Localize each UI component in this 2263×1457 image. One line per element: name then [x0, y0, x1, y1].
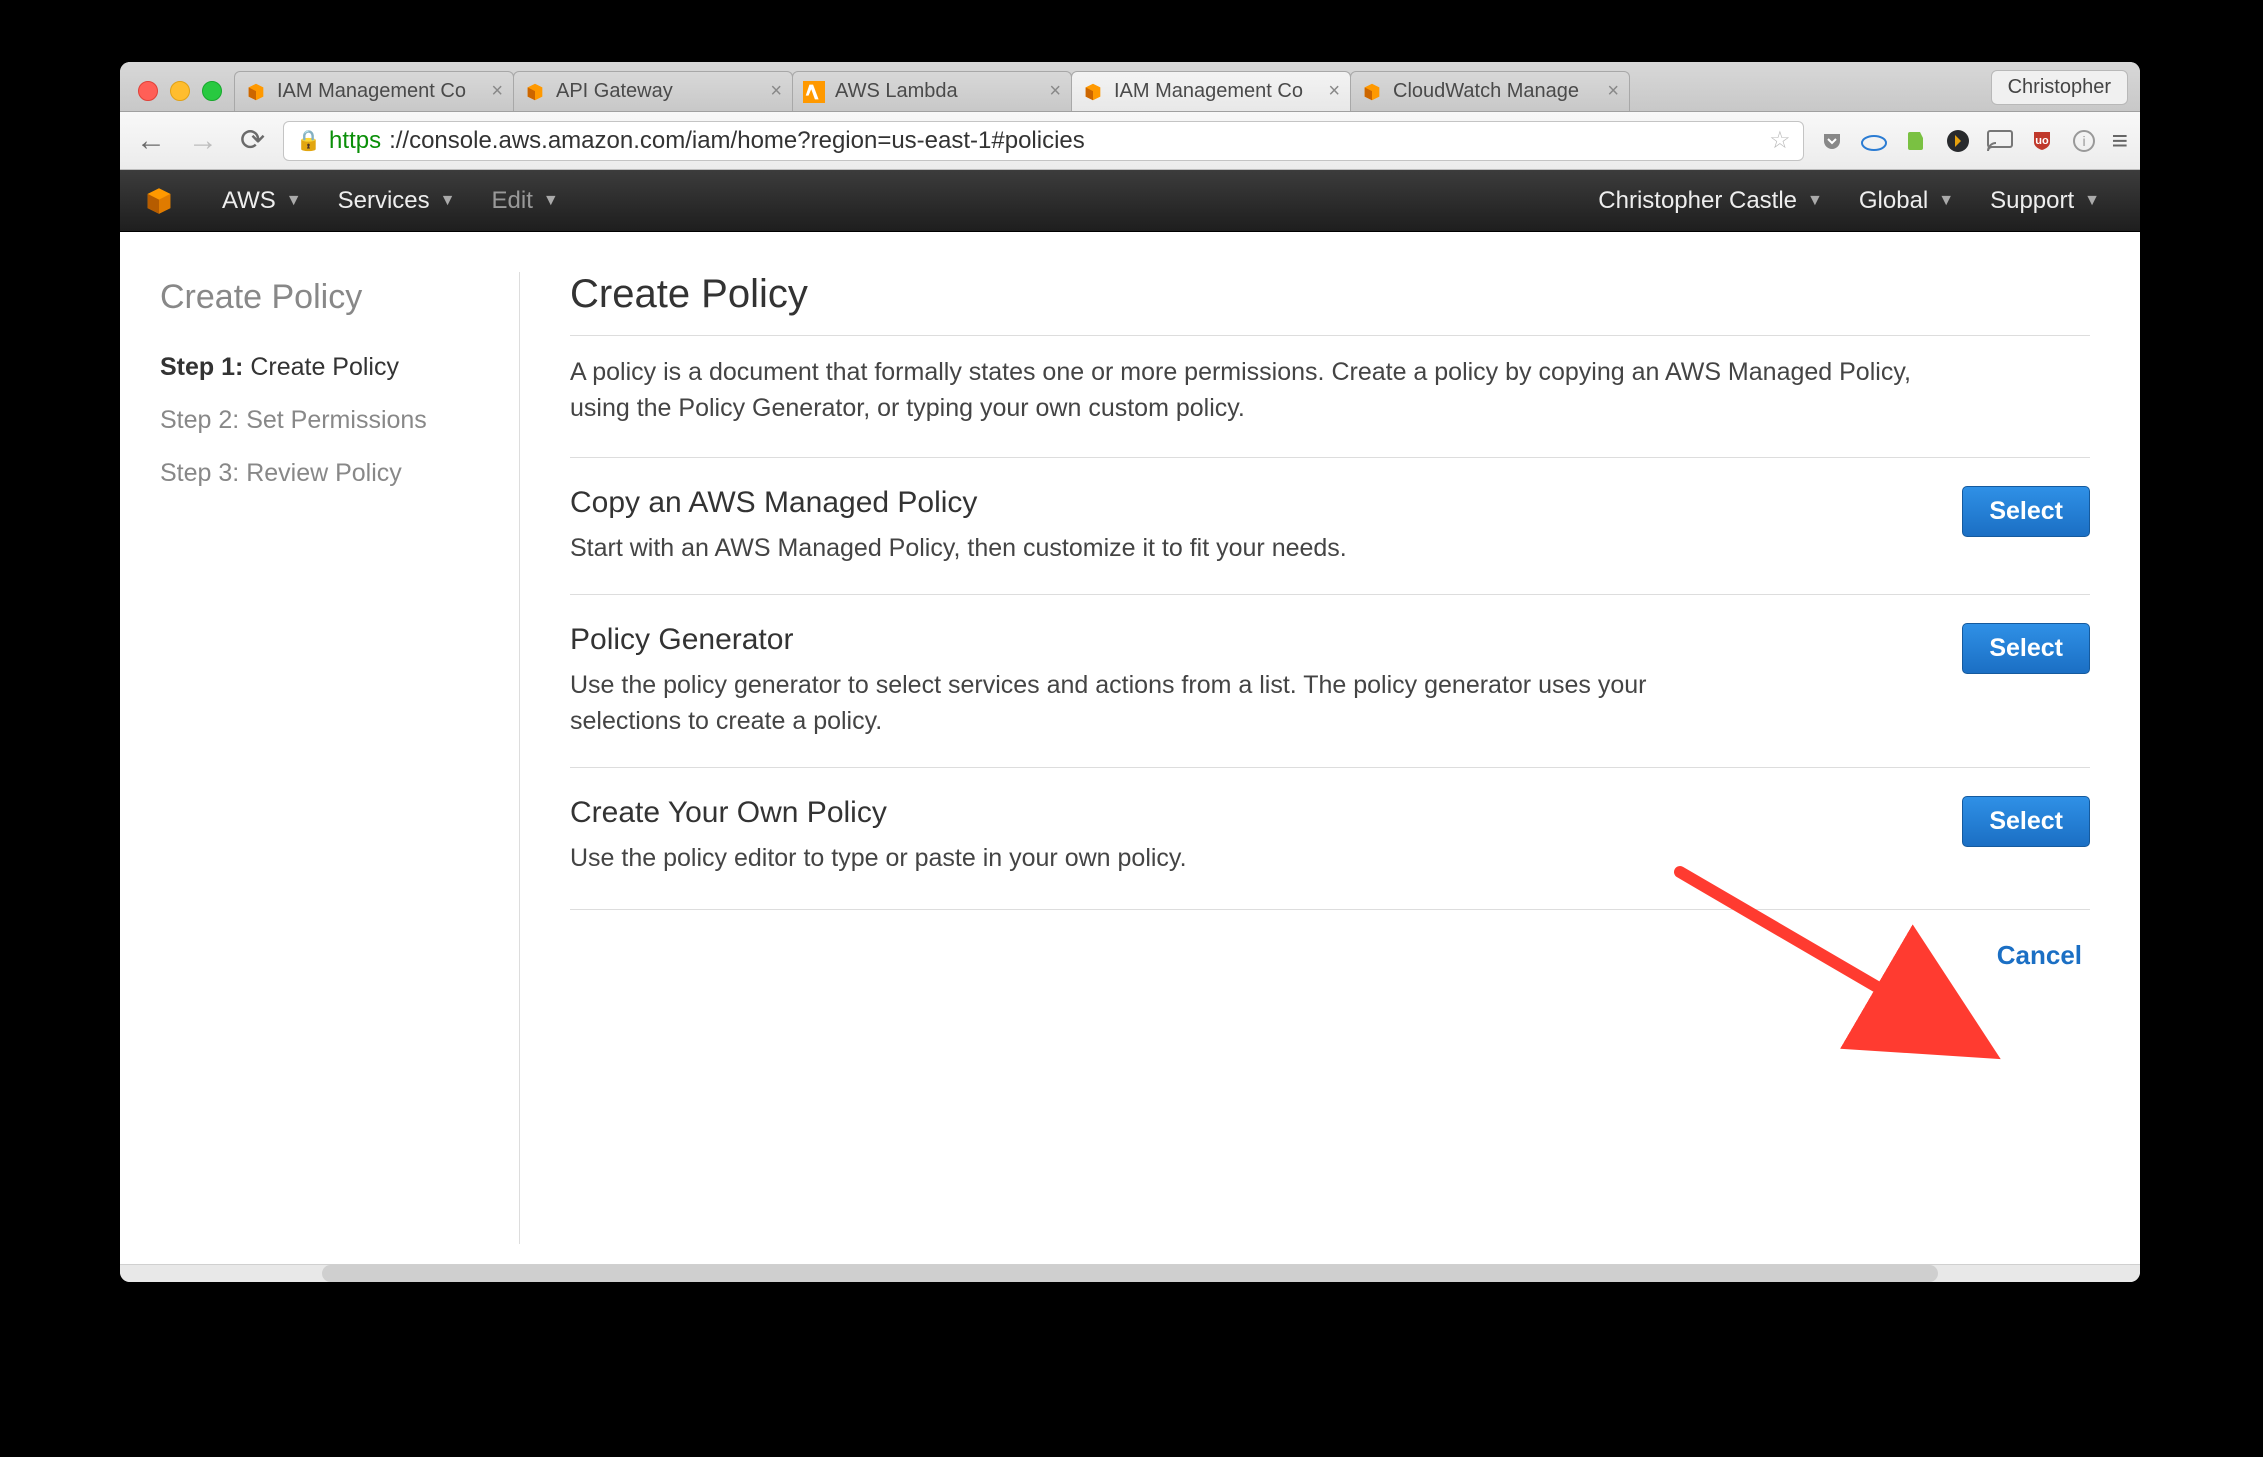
- page-title: Create Policy: [570, 272, 2090, 317]
- plex-extension-icon[interactable]: [1944, 127, 1972, 155]
- wizard-step-1[interactable]: Step 1: Create Policy: [160, 353, 499, 382]
- option-desc: Use the policy generator to select servi…: [570, 667, 1720, 740]
- aws-favicon-icon: [1082, 81, 1104, 103]
- aws-menu-edit[interactable]: Edit ▼: [474, 187, 577, 215]
- option-heading: Policy Generator: [570, 623, 1720, 657]
- tab-title: API Gateway: [556, 80, 760, 103]
- main-panel: Create Policy A policy is a document tha…: [520, 272, 2090, 1244]
- svg-text:i: i: [2082, 133, 2085, 149]
- step-label: Step 3:: [160, 459, 239, 487]
- step-name: Create Policy: [250, 353, 399, 381]
- svg-text:uo: uo: [2035, 135, 2049, 147]
- tab-close-icon[interactable]: ×: [491, 80, 503, 103]
- aws-logo-icon[interactable]: [142, 184, 176, 218]
- browser-tab-1[interactable]: API Gateway ×: [513, 71, 793, 111]
- aws-support-menu[interactable]: Support ▼: [1972, 187, 2118, 215]
- cast-extension-icon[interactable]: [1986, 127, 2014, 155]
- user-label: Christopher Castle: [1598, 187, 1797, 215]
- option-policy-generator: Policy Generator Use the policy generato…: [570, 594, 2090, 768]
- chevron-down-icon: ▼: [2084, 192, 2100, 210]
- reload-button[interactable]: ⟳: [236, 123, 269, 158]
- horizontal-scrollbar[interactable]: [120, 1264, 2140, 1282]
- aws-favicon-icon: [1361, 81, 1383, 103]
- tab-title: CloudWatch Manage: [1393, 80, 1597, 103]
- tab-title: IAM Management Co: [1114, 80, 1318, 103]
- close-window-button[interactable]: [138, 81, 158, 101]
- browser-tab-3-active[interactable]: IAM Management Co ×: [1071, 71, 1351, 111]
- window-controls: [128, 81, 234, 111]
- select-button-own[interactable]: Select: [1962, 796, 2090, 847]
- ublock-extension-icon[interactable]: uo: [2028, 127, 2056, 155]
- step-name: Review Policy: [246, 459, 402, 487]
- aws-region-menu[interactable]: Global ▼: [1841, 187, 1972, 215]
- url-scheme: https: [329, 127, 381, 155]
- browser-menu-icon[interactable]: ≡: [2112, 125, 2128, 157]
- select-button-copy[interactable]: Select: [1962, 486, 2090, 537]
- tab-title: AWS Lambda: [835, 80, 1039, 103]
- chevron-down-icon: ▼: [1938, 192, 1954, 210]
- cancel-link[interactable]: Cancel: [1997, 940, 2082, 971]
- option-heading: Create Your Own Policy: [570, 796, 1187, 830]
- aws-user-menu[interactable]: Christopher Castle ▼: [1580, 187, 1841, 215]
- lock-icon: 🔒: [296, 128, 321, 153]
- info-extension-icon[interactable]: i: [2070, 127, 2098, 155]
- action-row: Cancel: [570, 910, 2090, 981]
- option-create-own: Create Your Own Policy Use the policy ed…: [570, 767, 2090, 904]
- aws-menu-aws[interactable]: AWS ▼: [204, 187, 320, 215]
- address-bar[interactable]: 🔒 https ://console.aws.amazon.com/iam/hom…: [283, 121, 1804, 161]
- browser-tab-0[interactable]: IAM Management Co ×: [234, 71, 514, 111]
- step-name: Set Permissions: [246, 406, 427, 434]
- browser-tab-2[interactable]: AWS Lambda ×: [792, 71, 1072, 111]
- option-heading: Copy an AWS Managed Policy: [570, 486, 1347, 520]
- browser-profile-button[interactable]: Christopher: [1991, 70, 2128, 105]
- maximize-window-button[interactable]: [202, 81, 222, 101]
- lambda-favicon-icon: [803, 81, 825, 103]
- aws-menu-services[interactable]: Services ▼: [320, 187, 474, 215]
- support-label: Support: [1990, 187, 2074, 215]
- url-toolbar: ← → ⟳ 🔒 https ://console.aws.amazon.com/i…: [120, 112, 2140, 170]
- option-desc: Use the policy editor to type or paste i…: [570, 840, 1187, 876]
- chevron-down-icon: ▼: [543, 192, 559, 210]
- tab-close-icon[interactable]: ×: [1607, 80, 1619, 103]
- aws-favicon-icon: [524, 81, 546, 103]
- browser-window: IAM Management Co × API Gateway × AWS La…: [120, 62, 2140, 1282]
- tab-close-icon[interactable]: ×: [770, 80, 782, 103]
- services-label: Services: [338, 187, 430, 215]
- tab-close-icon[interactable]: ×: [1328, 80, 1340, 103]
- pocket-extension-icon[interactable]: [1818, 127, 1846, 155]
- aws-console-header: AWS ▼ Services ▼ Edit ▼ Christopher Cast…: [120, 170, 2140, 232]
- back-button[interactable]: ←: [132, 124, 170, 158]
- tab-strip: IAM Management Co × API Gateway × AWS La…: [120, 62, 2140, 112]
- aws-favicon-icon: [245, 81, 267, 103]
- region-label: Global: [1859, 187, 1928, 215]
- wizard-step-3[interactable]: Step 3: Review Policy: [160, 459, 499, 488]
- browser-tab-4[interactable]: CloudWatch Manage ×: [1350, 71, 1630, 111]
- url-text: ://console.aws.amazon.com/iam/home?regio…: [389, 127, 1085, 155]
- option-desc: Start with an AWS Managed Policy, then c…: [570, 530, 1347, 566]
- chevron-down-icon: ▼: [440, 192, 456, 210]
- evernote-extension-icon[interactable]: [1902, 127, 1930, 155]
- bookmark-star-icon[interactable]: ☆: [1769, 126, 1791, 155]
- option-copy-managed: Copy an AWS Managed Policy Start with an…: [570, 457, 2090, 594]
- chevron-down-icon: ▼: [1807, 192, 1823, 210]
- intro-text: A policy is a document that formally sta…: [570, 354, 1920, 427]
- wizard-sidebar: Create Policy Step 1: Create Policy Step…: [150, 272, 520, 1244]
- forward-button[interactable]: →: [184, 124, 222, 158]
- step-label: Step 2:: [160, 406, 239, 434]
- edit-label: Edit: [492, 187, 533, 215]
- page-content: Create Policy Step 1: Create Policy Step…: [120, 232, 2140, 1264]
- minimize-window-button[interactable]: [170, 81, 190, 101]
- divider: [570, 335, 2090, 336]
- select-button-generator[interactable]: Select: [1962, 623, 2090, 674]
- sidebar-title: Create Policy: [160, 278, 499, 317]
- tab-title: IAM Management Co: [277, 80, 481, 103]
- chevron-down-icon: ▼: [286, 192, 302, 210]
- wizard-step-2[interactable]: Step 2: Set Permissions: [160, 406, 499, 435]
- onedrive-extension-icon[interactable]: [1860, 127, 1888, 155]
- tab-close-icon[interactable]: ×: [1049, 80, 1061, 103]
- step-label: Step 1:: [160, 353, 243, 381]
- aws-brand-label: AWS: [222, 187, 276, 215]
